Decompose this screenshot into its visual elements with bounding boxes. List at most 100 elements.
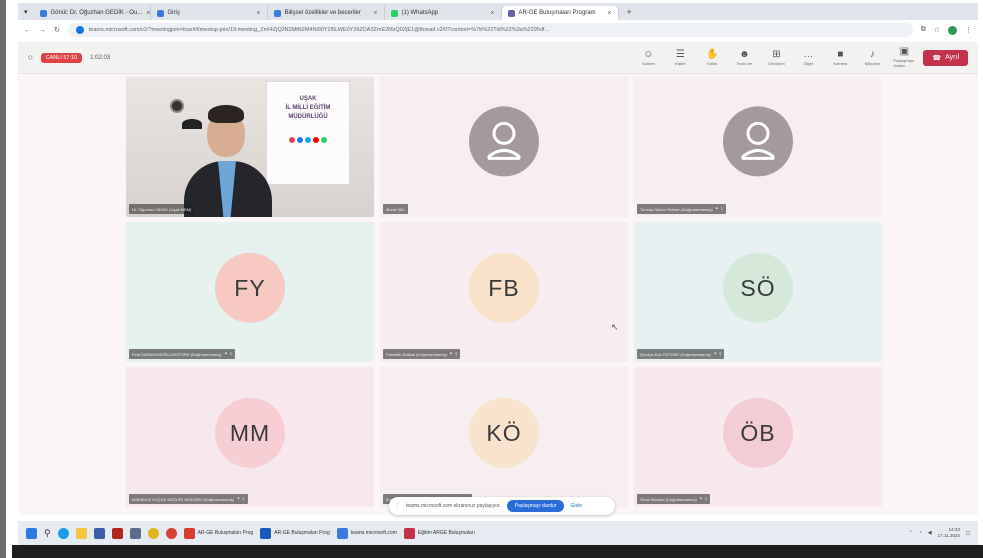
video-grid: UŞAK İL MİLLİ EĞİTİM MÜDÜRLÜĞÜ Dr. Oğuzhan … bbox=[18, 74, 978, 515]
taskbar-app-item[interactable]: AR-GE Buluşmaları Prog bbox=[260, 527, 330, 539]
taskbar-app-item[interactable]: Eğitim ARGE Buluşmaları bbox=[403, 527, 475, 539]
browser-tab[interactable]: (1) WhatsApp × bbox=[385, 6, 502, 20]
mic-muted-icon: ♮ bbox=[455, 351, 458, 358]
tab-label: Gönül: Dr. Oğuzhan GEDİK - Ou... bbox=[50, 10, 143, 16]
tool-icon: … bbox=[803, 48, 814, 60]
tool-icon: ✋ bbox=[706, 48, 719, 60]
chrome-icon[interactable] bbox=[147, 527, 159, 539]
browser-tab-bar: ▾ Gönül: Dr. Oğuzhan GEDİK - Ou... × Giriş… bbox=[18, 3, 978, 20]
participant-tile[interactable]: UŞAK İL MİLLİ EĞİTİM MÜDÜRLÜĞÜ Dr. Oğuzhan … bbox=[126, 77, 374, 217]
tray-expand-icon[interactable]: ⌃ bbox=[909, 530, 913, 536]
tool-kaldır[interactable]: ✋ Kaldır bbox=[701, 48, 723, 66]
tool-diğer[interactable]: … Diğer bbox=[797, 48, 819, 66]
taskbar-app-label: Eğitim ARGE Buluşmaları bbox=[417, 530, 475, 536]
person-avatar-icon bbox=[723, 106, 793, 177]
tab-favicon-icon bbox=[39, 9, 47, 17]
volume-icon[interactable]: ◀ bbox=[928, 530, 932, 536]
tool-icon: ☻ bbox=[739, 48, 750, 60]
banner-text: İL MİLLİ EĞİTİM bbox=[285, 105, 331, 111]
participant-name: Murat IŞIK bbox=[386, 206, 405, 212]
search-icon[interactable]: ⚲ bbox=[44, 528, 51, 539]
tool-mikrofon[interactable]: ♪ Mikrofon bbox=[861, 49, 883, 66]
tool-görünüm[interactable]: ⊞ Görünüm bbox=[765, 48, 787, 66]
banner-text: MÜDÜRLÜĞÜ bbox=[288, 114, 328, 120]
participant-name-tag: Ömer Bozkurt (Doğrulanmamış) ▪ ♮ bbox=[637, 494, 710, 504]
tool-icon: ⊞ bbox=[772, 48, 781, 60]
tool-kamera[interactable]: ■ Kamera bbox=[829, 49, 851, 66]
leave-button[interactable]: ☎ Ayrıl bbox=[923, 49, 968, 66]
participant-tile[interactable]: Murat IŞIK bbox=[380, 77, 628, 217]
reload-icon[interactable]: ↻ bbox=[54, 26, 60, 34]
participant-name-tag: Tuncay Güven Selmen (Doğrulanmamış) ▪ ♮ bbox=[637, 204, 726, 214]
tab-label: Bilişsel özellikler ve beceriler bbox=[284, 10, 361, 16]
acrobat-icon[interactable] bbox=[111, 527, 123, 539]
tool-tepki-ver[interactable]: ☻ Tepki ver bbox=[733, 48, 755, 66]
url-field[interactable]: teams.microsoft.com/v2/?meetingjoin=true… bbox=[67, 23, 913, 37]
screen-share-banner: ⋮ teams.microsoft.com ekranınızı paylaşı… bbox=[389, 497, 615, 515]
participant-name-tag: Dr. Oğuzhan GEDİK (Uşak MEM) bbox=[129, 204, 195, 214]
wifi-icon[interactable]: ◔ bbox=[919, 530, 922, 536]
taskbar-app-icon bbox=[260, 527, 272, 539]
video-off-icon: ▪ bbox=[237, 496, 240, 502]
hide-banner-link[interactable]: Gizle bbox=[570, 503, 581, 509]
tab-close-icon[interactable]: × bbox=[490, 10, 494, 17]
bottom-bezel bbox=[12, 545, 983, 558]
address-bar: ← → ↻ teams.microsoft.com/v2/?meetingjoi… bbox=[18, 20, 978, 40]
back-icon[interactable]: ← bbox=[24, 27, 31, 34]
participant-tile[interactable]: FY Fırat KARAHANOĞLU/ÖZTÜRK (Doğrulanmamı… bbox=[126, 222, 374, 362]
recording-badge: CANLI 57:10 bbox=[40, 52, 83, 63]
participant-name: Ömer Bozkurt (Doğrulanmamış) bbox=[640, 496, 697, 502]
taskbar-app-icon bbox=[336, 527, 348, 539]
participant-tile[interactable]: FB Fahrettin Bakkal (Doğrulanmamış) ▪ ♮ bbox=[380, 222, 628, 362]
browser-tab[interactable]: Giriş × bbox=[151, 6, 268, 20]
stop-sharing-button[interactable]: Paylaşmayı durdur bbox=[506, 500, 565, 512]
tool-label: Görünüm bbox=[768, 60, 785, 66]
video-off-icon: ▪ bbox=[699, 496, 702, 502]
tab-close-icon[interactable]: × bbox=[373, 10, 377, 17]
url-text: teams.microsoft.com/v2/?meetingjoin=true… bbox=[88, 27, 550, 33]
site-icon bbox=[75, 26, 84, 34]
participant-tile[interactable]: ÖB Ömer Bozkurt (Doğrulanmamış) ▪ ♮ bbox=[634, 367, 882, 507]
rollup-banner: UŞAK İL MİLLİ EĞİTİM MÜDÜRLÜĞÜ bbox=[266, 81, 350, 185]
bookmark-star-icon[interactable]: ☆ bbox=[934, 26, 940, 34]
share-grip-icon[interactable]: ⋮ bbox=[395, 503, 400, 509]
tool-kişiler[interactable]: ☰ Kişiler bbox=[669, 49, 691, 66]
windows-start-icon[interactable] bbox=[26, 527, 37, 539]
browser-tab[interactable]: AR-GE Buluşmaları Program × bbox=[501, 6, 619, 20]
participant-name: Tuncay Güven Selmen (Doğrulanmamış) bbox=[640, 206, 713, 212]
network-app-icon[interactable] bbox=[129, 527, 141, 539]
notification-bell-icon[interactable]: ◻ bbox=[966, 530, 970, 536]
store-icon[interactable] bbox=[93, 527, 105, 539]
participant-tile[interactable]: KÖKudret ÖZDEMİR ZOR (Doğrulanmamış)▪♮ bbox=[380, 367, 628, 507]
participant-initials: FB bbox=[469, 252, 539, 323]
forward-icon[interactable]: → bbox=[39, 27, 46, 34]
new-tab-button[interactable]: + bbox=[619, 7, 640, 17]
file-explorer-icon[interactable] bbox=[75, 527, 87, 539]
participant-tile[interactable]: MM MAKBULE KÜÇÜK SAĞLIĞI MÜDÜRÜ (Doğrulan… bbox=[126, 367, 374, 507]
tab-menu-icon[interactable]: ▾ bbox=[18, 8, 34, 16]
tool-label: Kaldır bbox=[707, 60, 718, 66]
tab-close-icon[interactable]: × bbox=[607, 10, 611, 17]
extensions-icon[interactable]: ⧉ bbox=[921, 26, 926, 34]
taskbar-app-item[interactable]: AR-GE Buluşmaları Prog bbox=[183, 527, 253, 539]
leave-label: Ayrıl bbox=[945, 54, 959, 61]
video-off-icon: ▪ bbox=[715, 206, 718, 212]
participant-initials: KÖ bbox=[469, 397, 539, 468]
tool-sohbet[interactable]: ☺ Sohbet bbox=[637, 49, 659, 66]
participant-tile[interactable]: Tuncay Güven Selmen (Doğrulanmamış) ▪ ♮ bbox=[634, 77, 882, 217]
menu-kebab-icon[interactable]: ⋮ bbox=[965, 26, 972, 34]
mic-muted-icon: ♮ bbox=[720, 206, 723, 213]
profile-icon[interactable] bbox=[948, 25, 957, 35]
meeting-shield-icon: ◇ bbox=[28, 55, 33, 61]
tab-close-icon[interactable]: × bbox=[256, 10, 260, 17]
tool-label: Kamera bbox=[833, 60, 848, 66]
edge-icon[interactable] bbox=[57, 527, 69, 539]
browser-tab[interactable]: Bilişsel özellikler ve beceriler × bbox=[268, 6, 385, 20]
system-clock[interactable]: 14:23 17.11.2024 bbox=[938, 527, 960, 539]
participant-tile[interactable]: SÖ Şenaya Ece ÖZTÜRK (Doğrulanmamış) ▪ ♮ bbox=[634, 222, 882, 362]
chrome-profile-icon[interactable] bbox=[165, 527, 177, 539]
tool-paylaşmayı-durdur[interactable]: ▣ Paylaşmayı durdur bbox=[893, 47, 915, 69]
taskbar-app-item[interactable]: teams.microsoft.com bbox=[336, 527, 397, 539]
browser-tab[interactable]: Gönül: Dr. Oğuzhan GEDİK - Ou... × bbox=[34, 6, 151, 20]
participant-name-tag: Murat IŞIK bbox=[383, 204, 408, 214]
